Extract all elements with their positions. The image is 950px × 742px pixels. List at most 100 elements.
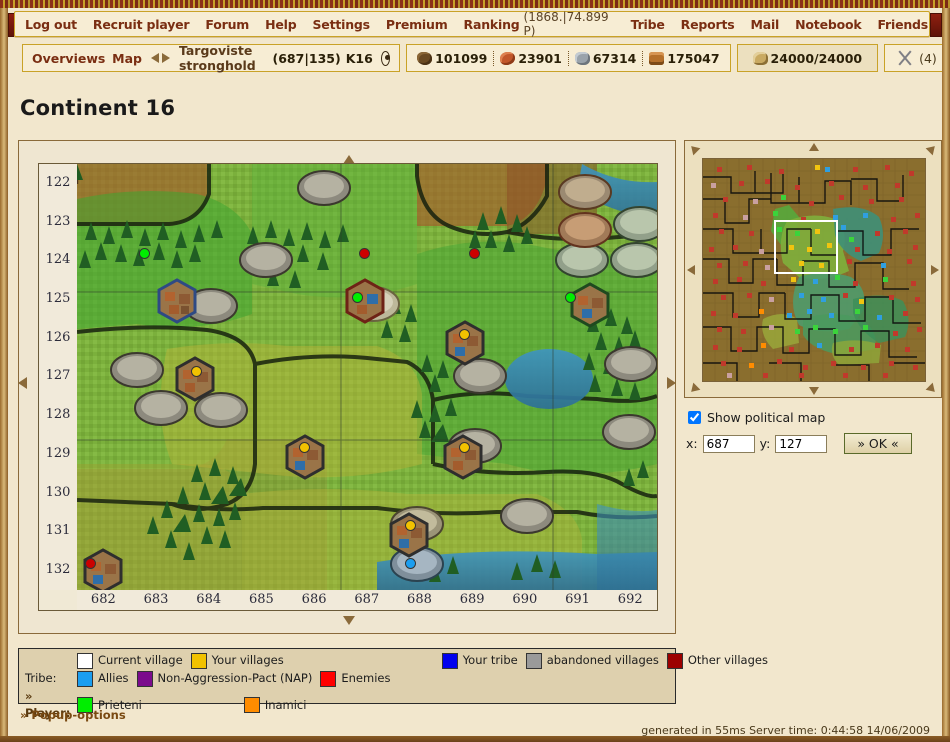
nav-reports[interactable]: Reports xyxy=(681,17,735,32)
map-scroll-left-icon[interactable] xyxy=(18,377,27,389)
legend-row-label-1: Tribe: xyxy=(25,671,57,685)
target-icon[interactable] xyxy=(380,50,391,66)
wood-icon xyxy=(417,51,433,65)
population-value: 24000/24000 xyxy=(770,50,863,66)
minimap-scroll-right-icon[interactable] xyxy=(931,265,939,275)
legend-swatch xyxy=(525,652,542,669)
y-field-label: y: xyxy=(759,436,771,451)
legend-swatch xyxy=(77,652,93,669)
legend-other-villages: Other villages xyxy=(666,652,768,669)
legend-row-0: Current village Your villages Your tribe… xyxy=(77,652,776,669)
nav-logout[interactable]: Log out xyxy=(25,17,77,32)
wood-value: 101099 xyxy=(435,50,488,66)
legend-swatch xyxy=(77,670,93,687)
show-political-map-row[interactable]: Show political map xyxy=(686,410,942,425)
x-field-label: x: xyxy=(686,436,698,451)
iron-value: 67314 xyxy=(592,50,637,66)
nav-recruit-player[interactable]: Recruit player xyxy=(93,17,190,32)
y-coordinate-input[interactable] xyxy=(775,434,828,453)
map-sidebar: Show political map x: y: » OK « xyxy=(684,140,942,470)
current-village-coords: (687|135) xyxy=(272,50,341,66)
nav-premium[interactable]: Premium xyxy=(386,17,448,32)
window-frame-bottom xyxy=(0,736,950,742)
x-label: 689 xyxy=(459,592,485,607)
legend-row-1: Allies Non-Aggression-Pact (NAP) Enemies xyxy=(77,670,776,687)
resource-storage: 175047 xyxy=(643,51,725,66)
x-label: 687 xyxy=(354,592,380,607)
y-label: 131 xyxy=(45,523,71,539)
legend-row-label-0 xyxy=(25,652,77,669)
current-continent: K16 xyxy=(345,50,373,66)
minimap[interactable] xyxy=(702,158,926,382)
clay-icon xyxy=(500,51,516,65)
population: 24000/24000 xyxy=(747,51,869,66)
popup-options-link[interactable]: » Popup-options xyxy=(20,708,126,722)
y-label: 132 xyxy=(45,561,71,577)
nav-forum[interactable]: Forum xyxy=(205,17,249,32)
legend-row-2: Prieteni Inamici xyxy=(77,688,776,722)
nav-tribe[interactable]: Tribe xyxy=(631,17,665,32)
minimap-scroll-downleft-icon[interactable] xyxy=(687,382,701,396)
arrow-right-icon[interactable] xyxy=(161,53,170,63)
nav-help[interactable]: Help xyxy=(265,17,297,32)
map-scroll-down-icon[interactable] xyxy=(343,616,355,625)
ok-button[interactable]: » OK « xyxy=(844,433,912,454)
legend-swatch xyxy=(243,697,260,713)
y-label: 126 xyxy=(45,329,71,345)
y-label: 128 xyxy=(45,407,71,423)
minimap-scroll-left-icon[interactable] xyxy=(687,265,695,275)
y-label: 124 xyxy=(45,252,71,268)
storage-value: 175047 xyxy=(667,50,720,66)
map-viewport[interactable]: 122 123 124 125 126 127 128 129 130 131 … xyxy=(38,163,658,611)
x-label: 690 xyxy=(512,592,538,607)
x-label: 685 xyxy=(248,592,274,607)
nav-mail[interactable]: Mail xyxy=(750,17,779,32)
x-label: 691 xyxy=(565,592,590,607)
legend-swatch xyxy=(190,652,207,669)
map-scroll-right-icon[interactable] xyxy=(667,377,676,389)
footer-status: generated in 55ms Server time: 0:44:58 1… xyxy=(641,724,930,736)
legend-allies: Allies xyxy=(77,670,129,687)
nav-corner-right xyxy=(930,13,942,37)
window-frame-right xyxy=(942,8,950,742)
iron-icon xyxy=(574,51,590,65)
legend-inamici: Inamici xyxy=(243,697,306,714)
show-political-map-label: Show political map xyxy=(707,410,826,425)
resource-bar: 101099 23901 67314 175047 xyxy=(406,44,731,72)
x-coordinate-input[interactable] xyxy=(702,434,755,453)
nav-friends[interactable]: Friends xyxy=(877,17,928,32)
y-label: 129 xyxy=(45,445,71,461)
nav-ranking[interactable]: Ranking xyxy=(464,17,520,32)
village-switch-arrows[interactable] xyxy=(150,53,170,63)
y-label: 127 xyxy=(45,368,71,384)
troops-panel[interactable]: (4) xyxy=(884,44,942,72)
legend-your-villages: Your villages xyxy=(190,652,284,669)
legend-nap: Non-Aggression-Pact (NAP) xyxy=(136,670,312,687)
minimap-scroll-upleft-icon[interactable] xyxy=(687,142,701,156)
legend-swatch xyxy=(441,652,458,669)
nav-settings[interactable]: Settings xyxy=(312,17,370,32)
storage-icon xyxy=(649,51,665,65)
ranking-detail: (1868.|74.899 P) xyxy=(523,10,609,38)
arrow-left-icon[interactable] xyxy=(150,53,159,63)
minimap-scroll-downright-icon[interactable] xyxy=(925,382,939,396)
minimap-scroll-up-icon[interactable] xyxy=(809,143,819,151)
link-overviews[interactable]: Overviews xyxy=(32,51,105,66)
resource-iron: 67314 xyxy=(569,50,644,66)
page-root: Log out Recruit player Forum Help Settin… xyxy=(0,0,950,742)
map-legend: Current village Your villages Your tribe… xyxy=(18,648,768,720)
show-political-map-checkbox[interactable] xyxy=(688,411,701,424)
x-label: 684 xyxy=(196,592,222,607)
legend-enemies: Enemies xyxy=(320,670,390,687)
current-village-name: Targoviste stronghold xyxy=(178,43,256,73)
clay-value: 23901 xyxy=(518,50,562,66)
x-label: 682 xyxy=(90,592,116,607)
legend-swatch xyxy=(320,670,337,687)
map-terrain[interactable] xyxy=(77,164,657,590)
minimap-scroll-down-icon[interactable] xyxy=(809,387,819,395)
resource-clay: 23901 xyxy=(494,50,569,66)
x-label: 683 xyxy=(143,592,169,607)
link-map[interactable]: Map xyxy=(112,51,142,66)
minimap-scroll-upright-icon[interactable] xyxy=(925,142,939,156)
nav-notebook[interactable]: Notebook xyxy=(795,17,862,32)
